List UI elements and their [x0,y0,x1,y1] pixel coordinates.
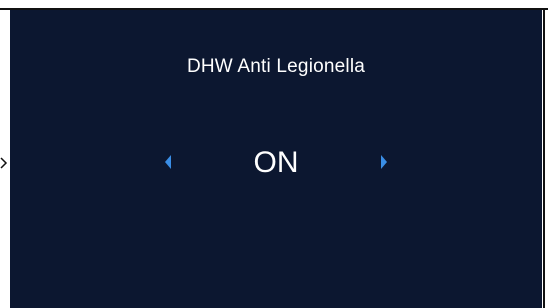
setting-value-selector: ON [10,140,542,188]
chevron-right-icon[interactable] [376,152,392,172]
device-frame: DHW Anti Legionella ON [0,0,548,308]
setting-value: ON [253,146,299,179]
pointer-arrow-icon [0,156,8,169]
right-border [543,10,545,308]
setting-title: DHW Anti Legionella [186,56,366,77]
